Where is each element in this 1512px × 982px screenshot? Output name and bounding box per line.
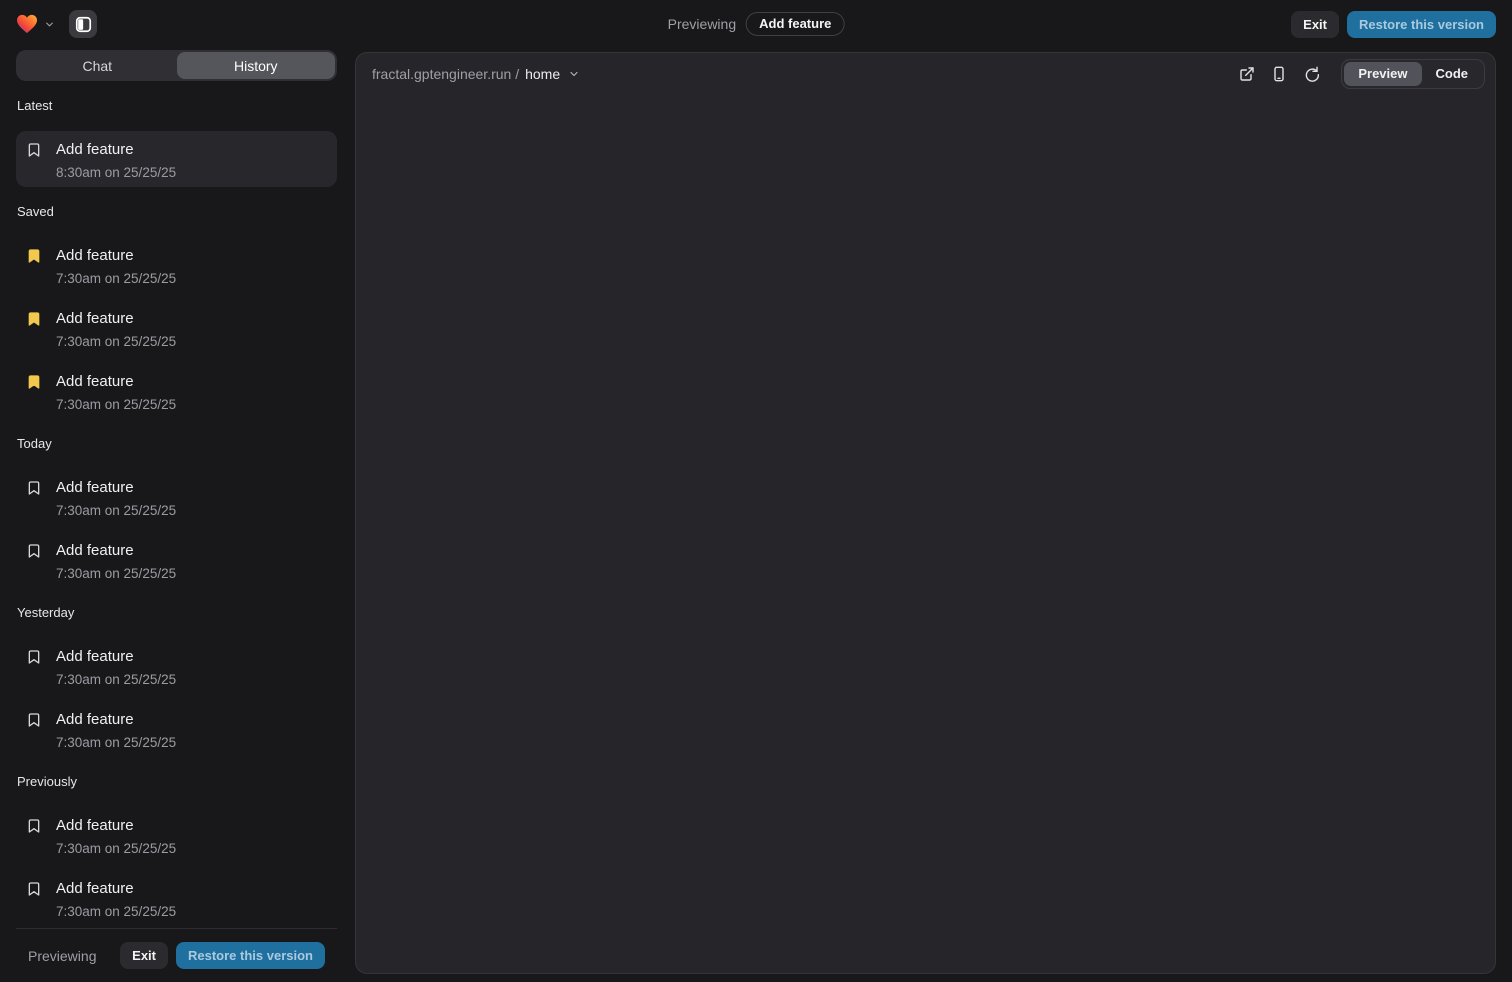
logo-chevron-down-icon[interactable] [44, 19, 55, 30]
version-timestamp: 7:30am on 25/25/25 [56, 671, 325, 688]
panel-left-icon [75, 16, 92, 33]
history-item[interactable]: Add feature 7:30am on 25/25/25 [16, 870, 337, 926]
version-title: Add feature [56, 815, 134, 837]
preview-viewport[interactable] [356, 94, 1495, 973]
sidebar-footer: Previewing Exit Restore this version [16, 928, 337, 982]
version-title: Add feature [56, 646, 134, 668]
section-label-previously: Previously [16, 775, 337, 789]
preview-panel: fractal.gptengineer.run / home [355, 52, 1496, 974]
history-item[interactable]: Add feature 7:30am on 25/25/25 [16, 638, 337, 694]
version-timestamp: 8:30am on 25/25/25 [56, 164, 325, 181]
version-title: Add feature [56, 477, 134, 499]
exit-button[interactable]: Exit [1291, 11, 1339, 38]
bookmark-icon [26, 142, 42, 158]
history-item[interactable]: Add feature 7:30am on 25/25/25 [16, 363, 337, 419]
mode-code[interactable]: Code [1422, 62, 1483, 86]
history-item[interactable]: Add feature 7:30am on 25/25/25 [16, 532, 337, 588]
version-timestamp: 7:30am on 25/25/25 [56, 903, 325, 920]
version-timestamp: 7:30am on 25/25/25 [56, 565, 325, 582]
tab-chat[interactable]: Chat [18, 52, 177, 79]
section-label-latest: Latest [16, 99, 337, 113]
version-title: Add feature [56, 139, 134, 161]
topbar-actions: Exit Restore this version [1291, 11, 1496, 38]
url-domain: fractal.gptengineer.run / [372, 66, 519, 82]
history-item[interactable]: Add feature 8:30am on 25/25/25 [16, 131, 337, 187]
version-timestamp: 7:30am on 25/25/25 [56, 734, 325, 751]
bookmark-icon [26, 374, 42, 390]
url-breadcrumb[interactable]: fractal.gptengineer.run / home [372, 66, 580, 82]
sidebar-tabs: ChatHistory [16, 50, 337, 81]
history-item[interactable]: Add feature 7:30am on 25/25/25 [16, 300, 337, 356]
history-item[interactable]: Add feature 7:30am on 25/25/25 [16, 469, 337, 525]
refresh-icon [1303, 66, 1319, 82]
version-title: Add feature [56, 308, 134, 330]
bookmark-icon [26, 543, 42, 559]
version-timestamp: 7:30am on 25/25/25 [56, 502, 325, 519]
version-history-list: Latest Add feature 8:30am on 25/25/25 Saved… [16, 81, 337, 982]
preview-actions: PreviewCode [1233, 59, 1485, 89]
version-title: Add feature [56, 245, 134, 267]
bookmark-icon [26, 248, 42, 264]
mode-preview[interactable]: Preview [1344, 62, 1421, 86]
topbar: Previewing Add feature Exit Restore this… [0, 0, 1512, 48]
history-item[interactable]: Add feature 7:30am on 25/25/25 [16, 237, 337, 293]
restore-version-button[interactable]: Restore this version [1347, 11, 1496, 38]
version-timestamp: 7:30am on 25/25/25 [56, 840, 325, 857]
url-chevron-down-icon [568, 68, 580, 80]
section-label-today: Today [16, 437, 337, 451]
section-label-saved: Saved [16, 205, 337, 219]
mobile-view-button[interactable] [1265, 60, 1293, 88]
bookmark-icon [26, 712, 42, 728]
refresh-button[interactable] [1297, 60, 1325, 88]
footer-previewing-label: Previewing [28, 948, 96, 964]
version-title: Add feature [56, 371, 134, 393]
version-timestamp: 7:30am on 25/25/25 [56, 270, 325, 287]
preview-code-toggle: PreviewCode [1341, 59, 1485, 89]
logo-cluster [16, 14, 55, 34]
topbar-version-info: Previewing Add feature [668, 0, 845, 48]
bookmark-icon [26, 480, 42, 496]
open-in-new-tab-button[interactable] [1233, 60, 1261, 88]
bookmark-icon [26, 881, 42, 897]
lovable-heart-logo-icon[interactable] [16, 14, 38, 34]
section-label-yesterday: Yesterday [16, 606, 337, 620]
version-timestamp: 7:30am on 25/25/25 [56, 396, 325, 413]
bookmark-icon [26, 818, 42, 834]
previewing-label: Previewing [668, 16, 736, 32]
version-title: Add feature [56, 709, 134, 731]
version-timestamp: 7:30am on 25/25/25 [56, 333, 325, 350]
footer-restore-version-button[interactable]: Restore this version [176, 942, 325, 969]
bookmark-icon [26, 649, 42, 665]
url-page: home [525, 66, 560, 82]
history-item[interactable]: Add feature 7:30am on 25/25/25 [16, 701, 337, 757]
smartphone-icon [1271, 66, 1287, 82]
footer-exit-button[interactable]: Exit [120, 942, 168, 969]
history-item[interactable]: Add feature 7:30am on 25/25/25 [16, 807, 337, 863]
version-badge[interactable]: Add feature [746, 12, 844, 36]
tab-history[interactable]: History [177, 52, 336, 79]
preview-header: fractal.gptengineer.run / home [356, 53, 1495, 94]
history-sidebar: ChatHistory Latest Add feature 8:30am on 2… [16, 48, 337, 982]
bookmark-icon [26, 311, 42, 327]
sidebar-toggle-button[interactable] [69, 10, 97, 38]
version-title: Add feature [56, 540, 134, 562]
external-link-icon [1239, 66, 1255, 82]
version-title: Add feature [56, 878, 134, 900]
